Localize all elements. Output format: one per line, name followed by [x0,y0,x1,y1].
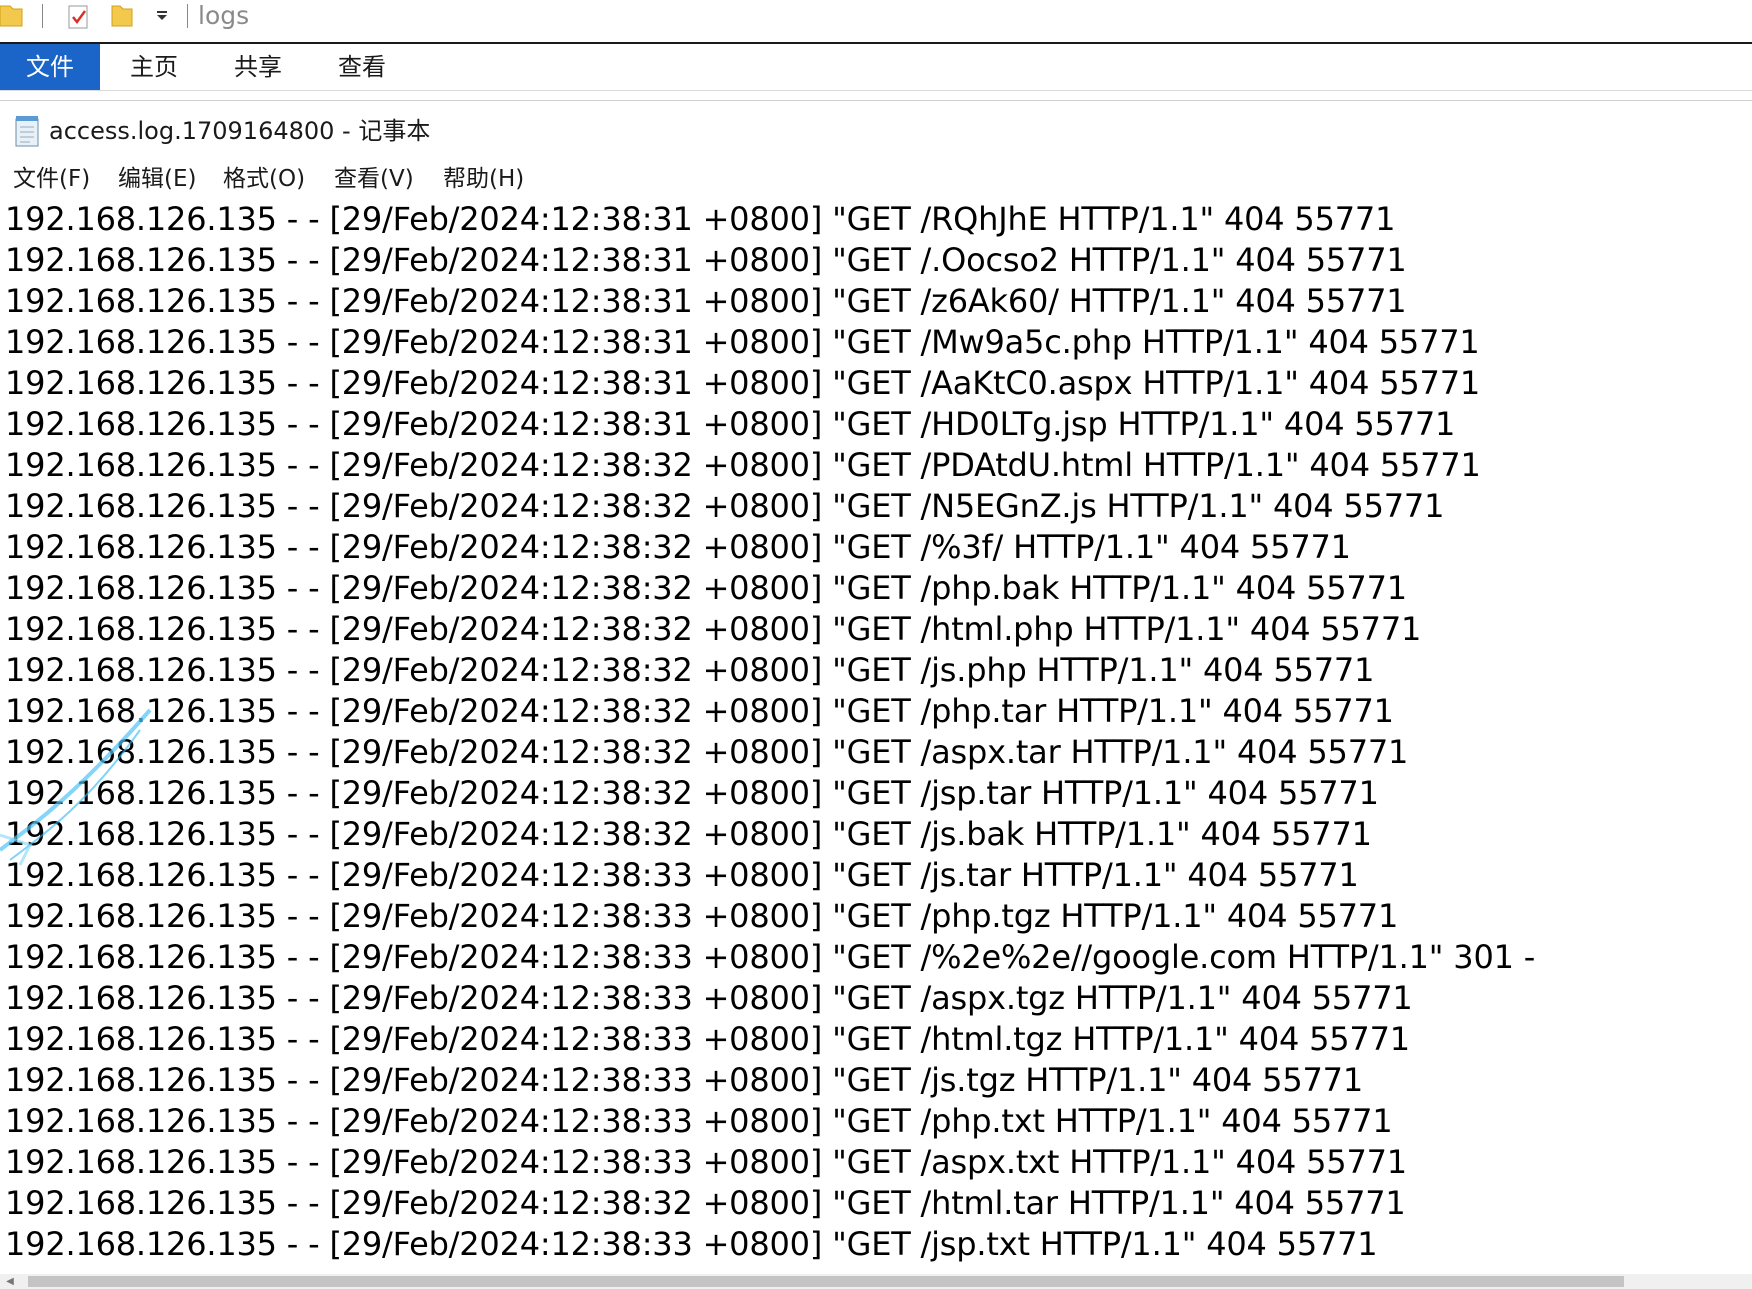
new-folder-icon[interactable] [110,0,134,32]
tab-share[interactable]: 共享 [208,44,308,90]
scroll-left-icon[interactable]: ◀ [2,1274,18,1289]
log-line: 192.168.126.135 - - [29/Feb/2024:12:38:3… [5,1020,1410,1058]
menu-format[interactable]: 格式(O) [223,160,305,198]
log-line: 192.168.126.135 - - [29/Feb/2024:12:38:3… [5,692,1394,730]
folder-icon[interactable] [0,0,24,32]
menu-edit[interactable]: 编辑(E) [118,160,196,198]
log-line: 192.168.126.135 - - [29/Feb/2024:12:38:3… [5,241,1407,279]
toolbar-separator [42,4,43,28]
log-line: 192.168.126.135 - - [29/Feb/2024:12:38:3… [5,1225,1378,1263]
ribbon-tabs: 文件 主页 共享 查看 [0,44,1752,91]
notepad-menu-bar: 文件(F) 编辑(E) 格式(O) 查看(V) 帮助(H) [0,160,1752,198]
log-line: 192.168.126.135 - - [29/Feb/2024:12:38:3… [5,487,1445,525]
toolbar-separator [187,4,188,28]
log-line: 192.168.126.135 - - [29/Feb/2024:12:38:3… [5,610,1422,648]
properties-icon[interactable] [66,0,92,32]
notepad-title-bar: access.log.1709164800 - 记事本 [0,100,1752,161]
log-line: 192.168.126.135 - - [29/Feb/2024:12:38:3… [5,774,1379,812]
log-line: 192.168.126.135 - - [29/Feb/2024:12:38:3… [5,651,1375,689]
log-line: 192.168.126.135 - - [29/Feb/2024:12:38:3… [5,938,1536,976]
log-line: 192.168.126.135 - - [29/Feb/2024:12:38:3… [5,405,1456,443]
log-line: 192.168.126.135 - - [29/Feb/2024:12:38:3… [5,1184,1406,1222]
log-line: 192.168.126.135 - - [29/Feb/2024:12:38:3… [5,1143,1407,1181]
log-line: 192.168.126.135 - - [29/Feb/2024:12:38:3… [5,569,1407,607]
horizontal-scrollbar[interactable]: ◀ [0,1274,1752,1289]
menu-help[interactable]: 帮助(H) [443,160,524,198]
explorer-title-bar: logs [0,0,1752,44]
notepad-icon [12,115,44,149]
log-line: 192.168.126.135 - - [29/Feb/2024:12:38:3… [5,282,1407,320]
log-line: 192.168.126.135 - - [29/Feb/2024:12:38:3… [5,200,1396,238]
tab-home[interactable]: 主页 [104,44,204,90]
log-line: 192.168.126.135 - - [29/Feb/2024:12:38:3… [5,733,1409,771]
log-line: 192.168.126.135 - - [29/Feb/2024:12:38:3… [5,528,1351,566]
notepad-window-title: access.log.1709164800 - 记事本 [49,117,431,145]
scrollbar-thumb[interactable] [28,1276,1624,1287]
menu-file[interactable]: 文件(F) [13,160,90,198]
menu-view[interactable]: 查看(V) [334,160,414,198]
notepad-text-area[interactable]: 192.168.126.135 - - [29/Feb/2024:12:38:3… [0,198,1752,1274]
tab-view[interactable]: 查看 [312,44,412,90]
log-line: 192.168.126.135 - - [29/Feb/2024:12:38:3… [5,979,1413,1017]
log-line: 192.168.126.135 - - [29/Feb/2024:12:38:3… [5,323,1480,361]
log-line: 192.168.126.135 - - [29/Feb/2024:12:38:3… [5,897,1399,935]
log-line: 192.168.126.135 - - [29/Feb/2024:12:38:3… [5,815,1372,853]
log-line: 192.168.126.135 - - [29/Feb/2024:12:38:3… [5,856,1359,894]
explorer-window-title: logs [198,1,250,30]
dropdown-icon[interactable] [152,0,172,32]
log-line: 192.168.126.135 - - [29/Feb/2024:12:38:3… [5,1102,1393,1140]
log-line: 192.168.126.135 - - [29/Feb/2024:12:38:3… [5,446,1481,484]
log-line: 192.168.126.135 - - [29/Feb/2024:12:38:3… [5,1061,1363,1099]
log-line: 192.168.126.135 - - [29/Feb/2024:12:38:3… [5,364,1481,402]
tab-file[interactable]: 文件 [0,44,100,90]
